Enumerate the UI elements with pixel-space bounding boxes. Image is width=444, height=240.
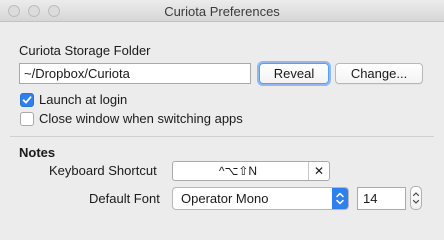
font-size-value: 14 [363,191,378,206]
change-button[interactable]: Change... [335,63,423,84]
title-bar: Curiota Preferences [0,0,444,22]
launch-at-login-checkbox[interactable] [20,93,34,107]
storage-path-field[interactable]: ~/Dropbox/Curiota [19,63,251,84]
reveal-button[interactable]: Reveal [259,63,329,84]
keyboard-shortcut-label: Keyboard Shortcut [49,163,157,178]
launch-at-login-label: Launch at login [39,92,128,107]
default-font-label: Default Font [89,191,160,206]
default-font-popup[interactable]: Operator Mono [172,187,349,210]
section-divider [10,136,434,137]
default-font-value: Operator Mono [181,191,269,206]
close-icon[interactable]: ✕ [311,163,327,179]
storage-folder-label: Curiota Storage Folder [19,43,151,58]
stepper-up-down-icon[interactable] [410,186,422,210]
chevron-up-down-icon [332,188,348,209]
close-window-checkbox[interactable] [20,112,34,126]
shortcut-separator [308,162,309,180]
close-window-label: Close window when switching apps [39,111,243,126]
keyboard-shortcut-recorder[interactable]: ^⌥⇧N ✕ [172,161,330,181]
font-size-field[interactable]: 14 [357,187,406,210]
notes-heading: Notes [19,145,56,160]
storage-path-value: ~/Dropbox/Curiota [24,66,130,81]
checkmark-icon [22,96,32,104]
shortcut-value: ^⌥⇧N [218,164,258,178]
window-title: Curiota Preferences [164,4,280,19]
